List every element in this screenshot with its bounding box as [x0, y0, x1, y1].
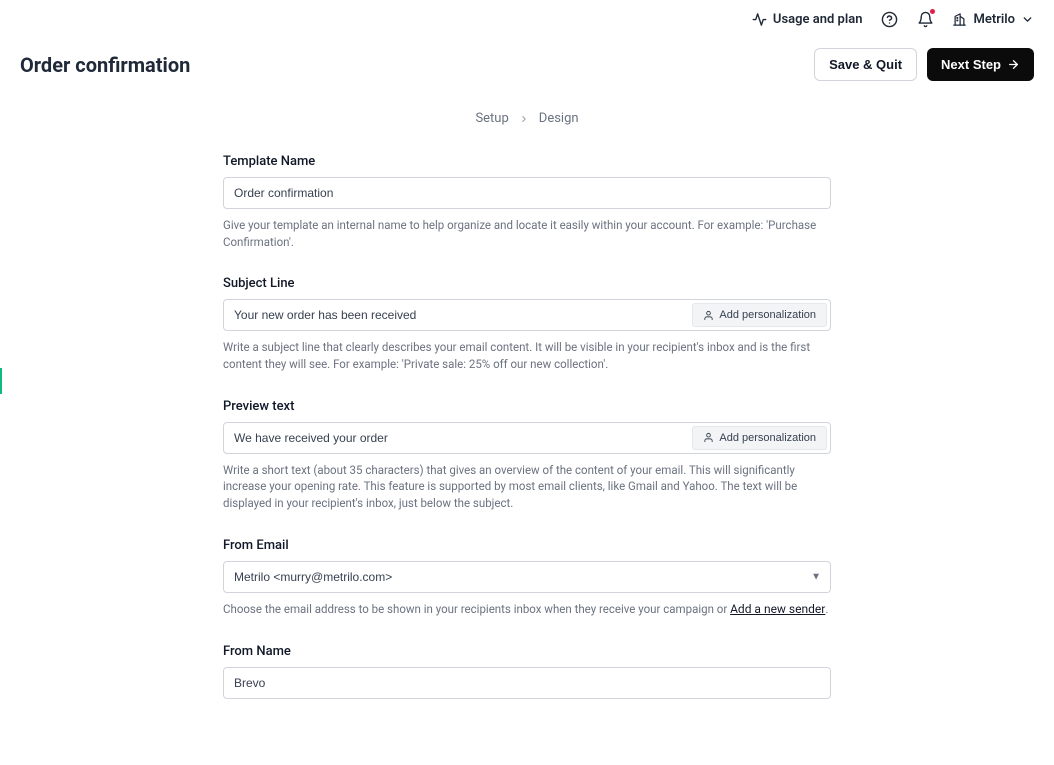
preview-text-helper: Write a short text (about 35 characters)… — [223, 462, 831, 512]
page-title: Order confirmation — [20, 53, 190, 77]
subject-personalization-button[interactable]: Add personalization — [692, 303, 827, 327]
from-email-group: From Email ▼ Choose the email address to… — [223, 538, 831, 618]
notifications-button[interactable] — [916, 10, 934, 28]
template-name-group: Template Name Give your template an inte… — [223, 154, 831, 250]
template-name-helper: Give your template an internal name to h… — [223, 217, 831, 250]
left-accent — [0, 368, 2, 394]
from-name-label: From Name — [223, 644, 831, 659]
breadcrumb-design[interactable]: Design — [539, 111, 579, 126]
subject-line-label: Subject Line — [223, 276, 831, 291]
subject-line-helper: Write a subject line that clearly descri… — [223, 339, 831, 372]
header-row: Order confirmation Save & Quit Next Step — [0, 34, 1054, 91]
chevron-down-icon — [1021, 13, 1034, 26]
notification-dot — [930, 9, 935, 14]
help-icon — [881, 11, 898, 28]
org-label: Metrilo — [973, 12, 1015, 27]
usage-and-plan-link[interactable]: Usage and plan — [752, 12, 863, 27]
breadcrumb-setup[interactable]: Setup — [475, 111, 508, 126]
preview-text-group: Preview text Add personalization Write a… — [223, 399, 831, 512]
next-step-button[interactable]: Next Step — [927, 48, 1034, 81]
from-email-select[interactable] — [223, 561, 831, 593]
help-button[interactable] — [880, 10, 898, 28]
form-area: Template Name Give your template an inte… — [223, 154, 831, 765]
user-icon — [703, 310, 714, 321]
user-icon — [703, 432, 714, 443]
from-name-input[interactable] — [223, 667, 831, 699]
org-switcher[interactable]: Metrilo — [952, 12, 1034, 27]
preview-personalization-label: Add personalization — [719, 432, 816, 444]
from-email-helper-prefix: Choose the email address to be shown in … — [223, 602, 730, 616]
from-email-helper-suffix: . — [825, 602, 828, 616]
save-quit-button[interactable]: Save & Quit — [814, 48, 917, 81]
add-new-sender-link[interactable]: Add a new sender — [730, 602, 825, 616]
template-name-input[interactable] — [223, 177, 831, 209]
subject-line-group: Subject Line Add personalization Write a… — [223, 276, 831, 372]
from-email-helper: Choose the email address to be shown in … — [223, 601, 831, 618]
chevron-right-icon — [519, 114, 529, 124]
building-icon — [952, 12, 967, 27]
template-name-label: Template Name — [223, 154, 831, 169]
from-email-label: From Email — [223, 538, 831, 553]
header-actions: Save & Quit Next Step — [814, 48, 1034, 81]
preview-personalization-button[interactable]: Add personalization — [692, 426, 827, 450]
next-step-label: Next Step — [941, 57, 1001, 72]
arrow-right-icon — [1007, 58, 1020, 71]
preview-text-label: Preview text — [223, 399, 831, 414]
topbar: Usage and plan Metrilo — [0, 0, 1054, 34]
save-quit-label: Save & Quit — [829, 57, 902, 72]
activity-icon — [752, 12, 767, 27]
breadcrumb: Setup Design — [0, 91, 1054, 154]
usage-label: Usage and plan — [773, 12, 863, 27]
subject-personalization-label: Add personalization — [719, 309, 816, 321]
from-name-group: From Name — [223, 644, 831, 699]
